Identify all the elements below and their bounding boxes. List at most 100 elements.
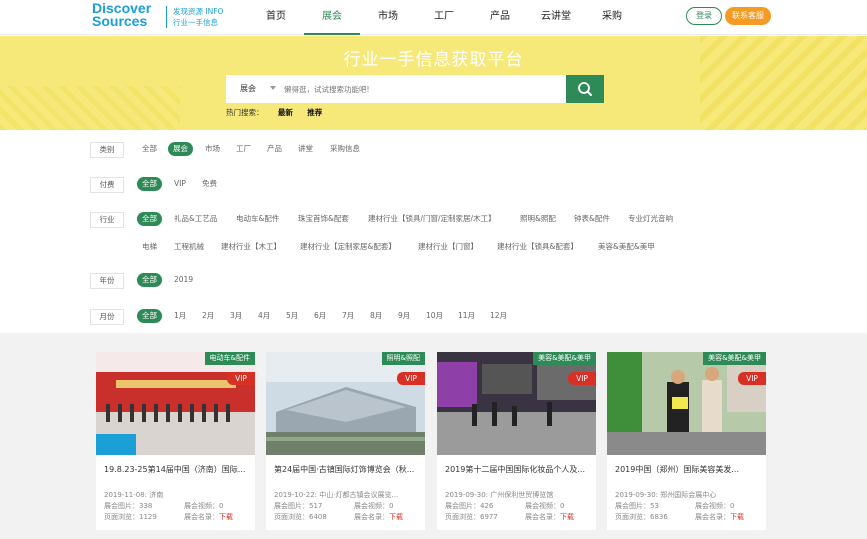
exhibition-photo[interactable]: [607, 352, 766, 455]
nav-home[interactable]: 首页: [248, 0, 304, 35]
filter-option[interactable]: 9月: [398, 309, 410, 323]
contact-service-button[interactable]: 联系客服: [725, 7, 771, 25]
filter-option-selected[interactable]: 展会: [168, 142, 193, 156]
videos-label: 展会视频：: [184, 502, 219, 510]
pics-count: 53: [650, 502, 659, 510]
filter-option-selected[interactable]: 全部: [137, 177, 162, 191]
filter-row-year: 年份 全部 2019: [0, 273, 867, 293]
exhibition-photo[interactable]: [96, 352, 255, 455]
filter-option[interactable]: 8月: [370, 309, 382, 323]
exhibition-card[interactable]: 美容&美配&美甲 VIP 2019第十二届中国国际化妆品个人及... 2019-…: [437, 352, 596, 530]
filter-option[interactable]: 11月: [458, 309, 475, 323]
top-navigation-bar: Discover Sources 发现资源 INFO 行业一手信息 首页 展会 …: [0, 0, 867, 35]
download-link[interactable]: 下载: [560, 513, 574, 521]
filter-option[interactable]: 珠宝首饰&配套: [298, 212, 349, 226]
filter-option[interactable]: 电动车&配件: [236, 212, 279, 226]
filter-option[interactable]: VIP: [174, 177, 186, 191]
nav-exhibitions[interactable]: 展会: [304, 0, 360, 35]
site-logo[interactable]: Discover Sources: [92, 1, 162, 29]
views-count: 6408: [309, 513, 327, 521]
vip-badge: VIP: [568, 372, 596, 385]
hot-search-latest[interactable]: 最新: [278, 108, 293, 117]
filter-option[interactable]: 建材行业【锁具/门窗/定制家居/木工】: [368, 212, 496, 226]
nav-markets[interactable]: 市场: [360, 0, 416, 35]
download-link[interactable]: 下载: [389, 513, 403, 521]
filter-option[interactable]: 礼品&工艺品: [174, 212, 217, 226]
filter-option[interactable]: 4月: [258, 309, 270, 323]
date-location: 2019-09-30: 广州保利世贸博览馆: [445, 491, 554, 499]
filter-option-selected[interactable]: 全部: [137, 273, 162, 287]
pics-label: 展会图片：: [445, 502, 480, 510]
videos-label: 展会视频：: [354, 502, 389, 510]
download-link[interactable]: 下载: [219, 513, 233, 521]
industry-tag: 照明&照配: [381, 352, 425, 365]
filter-option[interactable]: 工程机械: [174, 240, 204, 254]
nav-cloud-lecture[interactable]: 云讲堂: [528, 0, 584, 35]
exhibition-title[interactable]: 第24届中国·古镇国际灯饰博览会（秋...: [274, 464, 420, 475]
filter-option[interactable]: 3月: [230, 309, 242, 323]
exhibition-photo[interactable]: [266, 352, 425, 455]
pics-label: 展会图片：: [274, 502, 309, 510]
filter-option[interactable]: 市场: [205, 142, 220, 156]
filter-option[interactable]: 10月: [426, 309, 443, 323]
download-link[interactable]: 下载: [730, 513, 744, 521]
videos-label: 展会视频：: [695, 502, 730, 510]
logo-line-2: Sources: [92, 13, 148, 29]
filter-option-selected[interactable]: 全部: [137, 309, 162, 323]
exhibition-photo-graphic: [96, 352, 255, 455]
login-button[interactable]: 登录: [686, 7, 722, 25]
stats-row-1: 展会图片：426 展会视频：0: [445, 501, 564, 511]
date-location: 2019-10-22: 中山·灯都古镇会议展览...: [274, 491, 399, 499]
filter-option[interactable]: 专业灯光音响: [628, 212, 673, 226]
videos-count: 0: [730, 502, 735, 510]
videos-count: 0: [389, 502, 394, 510]
filter-option[interactable]: 2月: [202, 309, 214, 323]
filter-label: 月份: [90, 309, 124, 325]
logo-tagline-1: 发现资源 INFO: [173, 7, 224, 16]
search-button[interactable]: [566, 75, 604, 103]
main-nav: 首页 展会 市场 工厂 产品 云讲堂 采购: [248, 0, 640, 35]
search-category-select[interactable]: 展会: [240, 75, 256, 103]
filter-option[interactable]: 美容&美配&美甲: [598, 240, 655, 254]
date-location: 2019-09-30: 郑州国际会展中心: [615, 491, 717, 499]
exhibition-photo[interactable]: [437, 352, 596, 455]
filter-option[interactable]: 7月: [342, 309, 354, 323]
filter-option[interactable]: 钟表&配件: [574, 212, 610, 226]
nav-factories[interactable]: 工厂: [416, 0, 472, 35]
filter-option[interactable]: 电梯: [142, 240, 157, 254]
filter-option[interactable]: 采购信息: [330, 142, 360, 156]
nav-products[interactable]: 产品: [472, 0, 528, 35]
exhibition-title[interactable]: 2019中国（郑州）国际美容美发...: [615, 464, 761, 475]
nav-purchasing[interactable]: 采购: [584, 0, 640, 35]
exhibition-card[interactable]: 照明&照配 VIP 第24届中国·古镇国际灯饰博览会（秋... 2019-10-…: [266, 352, 425, 530]
filter-option[interactable]: 建材行业【木工】: [221, 240, 281, 254]
industry-tag: 电动车&配件: [204, 352, 255, 365]
filter-option[interactable]: 6月: [314, 309, 326, 323]
caret-down-icon[interactable]: [270, 86, 276, 90]
exhibition-title[interactable]: 19.8.23-25第14届中国（济南）国际...: [104, 464, 250, 475]
filter-row-industry: 行业 全部 礼品&工艺品 电动车&配件 珠宝首饰&配套 建材行业【锁具/门窗/定…: [0, 212, 867, 256]
filter-option[interactable]: 照明&照配: [520, 212, 556, 226]
filter-option[interactable]: 5月: [286, 309, 298, 323]
filter-option[interactable]: 建材行业【锁具&配套】: [497, 240, 578, 254]
filter-option-selected[interactable]: 全部: [137, 212, 162, 226]
search-input[interactable]: [284, 75, 554, 103]
filter-option[interactable]: 建材行业【门窗】: [418, 240, 478, 254]
filter-label: 年份: [90, 273, 124, 289]
exhibition-title[interactable]: 2019第十二届中国国际化妆品个人及...: [445, 464, 591, 475]
filter-option[interactable]: 12月: [490, 309, 507, 323]
filter-option[interactable]: 免费: [202, 177, 217, 191]
filter-option[interactable]: 全部: [142, 142, 157, 156]
filter-option[interactable]: 产品: [267, 142, 282, 156]
filter-option[interactable]: 1月: [174, 309, 186, 323]
filter-option[interactable]: 讲堂: [298, 142, 313, 156]
exhibition-card[interactable]: 美容&美配&美甲 VIP 2019中国（郑州）国际美容美发... 2019-09…: [607, 352, 766, 530]
stats-row-2: 页面浏览：1129 展会名录：下载: [104, 512, 233, 522]
hot-search-recommended[interactable]: 推荐: [307, 108, 322, 117]
filter-option[interactable]: 工厂: [236, 142, 251, 156]
filter-option[interactable]: 2019: [174, 273, 193, 287]
videos-count: 0: [219, 502, 224, 510]
filter-row-month: 月份 全部 1月 2月 3月 4月 5月 6月 7月 8月 9月 10月 11月…: [0, 309, 867, 329]
exhibition-card[interactable]: 电动车&配件 VIP 19.8.23-25第14届中国（济南）国际... 201…: [96, 352, 255, 530]
filter-option[interactable]: 建材行业【定制家居&配套】: [300, 240, 396, 254]
